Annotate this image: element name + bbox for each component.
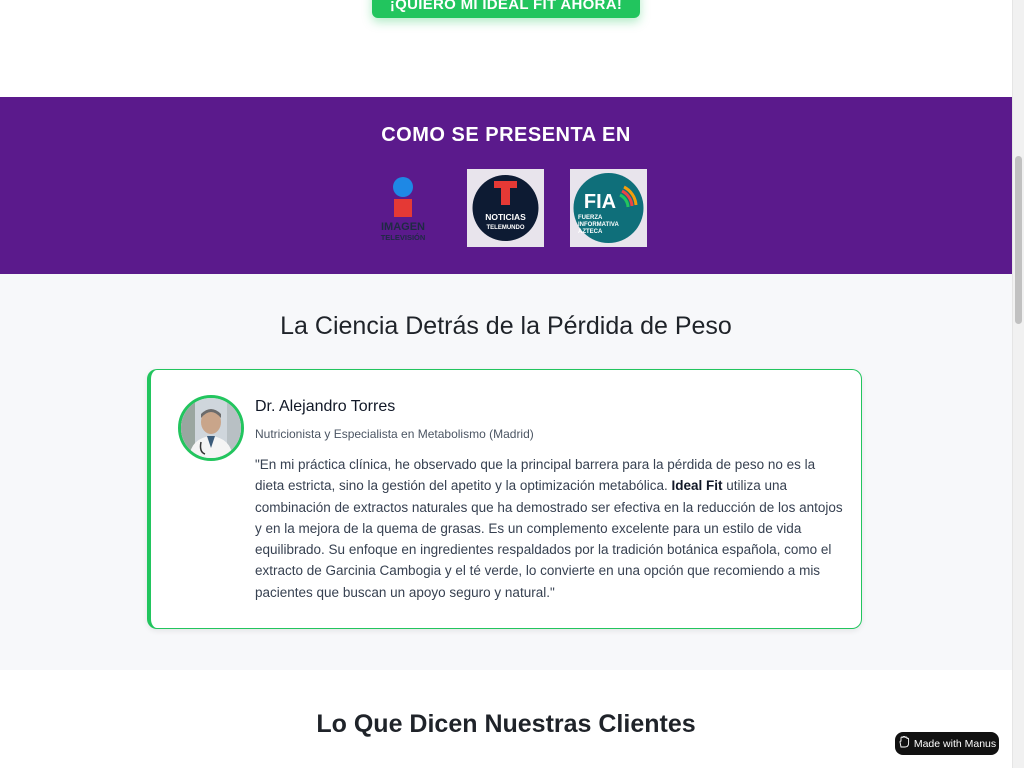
doctor-quote-brand: Ideal Fit: [671, 478, 723, 494]
media-title: COMO SE PRESENTA EN: [381, 124, 631, 146]
doctor-role: Nutricionista y Especialista en Metaboli…: [255, 427, 534, 441]
science-section: La Ciencia Detrás de la Pérdida de Peso …: [0, 274, 1012, 670]
science-title: La Ciencia Detrás de la Pérdida de Peso: [280, 312, 732, 340]
fia-logo-line4: AZTECA: [578, 229, 603, 235]
fia-logo-line1: FIA: [584, 191, 616, 213]
page: ¡QUIERO MI IDEAL FIT AHORA! COMO SE PRES…: [0, 0, 1012, 768]
cta-section: ¡QUIERO MI IDEAL FIT AHORA!: [0, 0, 1012, 97]
doctor-quote: "En mi práctica clínica, he observado qu…: [255, 454, 845, 603]
media-section: COMO SE PRESENTA EN IMAGEN TELEVISIÓN NO…: [0, 97, 1012, 274]
testimonials-title: Lo Que Dicen Nuestras Clientes: [316, 710, 696, 738]
fia-logo-line3: INFORMATIVA: [578, 222, 619, 228]
imagen-logo-line2: TELEVISIÓN: [381, 233, 426, 242]
scrollbar-thumb[interactable]: [1015, 156, 1022, 324]
fia-logo-line2: FUERZA: [578, 215, 603, 221]
cta-button-label: ¡QUIERO MI IDEAL FIT AHORA!: [389, 0, 623, 13]
manus-hand-icon: [898, 736, 910, 751]
fia-logo: FIA FUERZA INFORMATIVA AZTECA: [570, 169, 647, 247]
made-with-manus-badge[interactable]: Made with Manus: [895, 732, 999, 755]
noticias-telemundo-logo: NOTICIAS TELEMUNDO: [467, 169, 544, 247]
telemundo-logo-line1: NOTICIAS: [485, 212, 526, 222]
vertical-scrollbar[interactable]: [1012, 0, 1024, 768]
telemundo-logo-line2: TELEMUNDO: [487, 225, 525, 231]
doctor-quote-part2: utiliza una combinación de extractos nat…: [255, 478, 843, 600]
testimonials-section: Lo Que Dicen Nuestras Clientes: [0, 670, 1012, 768]
doctor-testimonial-card: Dr. Alejandro Torres Nutricionista y Esp…: [147, 369, 862, 629]
cta-button[interactable]: ¡QUIERO MI IDEAL FIT AHORA!: [372, 0, 640, 18]
manus-badge-label: Made with Manus: [913, 737, 997, 750]
doctor-avatar: [178, 395, 244, 461]
doctor-name: Dr. Alejandro Torres: [255, 398, 396, 415]
imagen-television-logo: IMAGEN TELEVISIÓN: [365, 169, 442, 247]
imagen-logo-line1: IMAGEN: [381, 221, 425, 233]
